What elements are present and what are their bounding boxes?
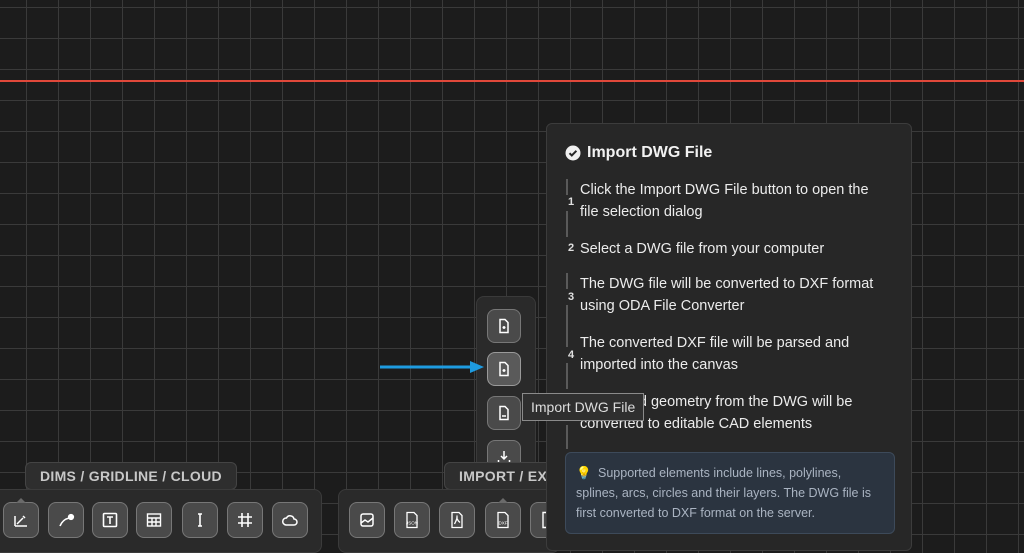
step-divider xyxy=(566,211,568,237)
import-pdf-button[interactable] xyxy=(439,502,475,538)
import-dxf-button[interactable]: DXF xyxy=(485,498,521,538)
panel-title: Import DWG File xyxy=(565,144,712,162)
vertical-dimension-button[interactable] xyxy=(182,502,218,538)
cloud-icon xyxy=(282,515,298,526)
image-file-icon xyxy=(499,405,509,421)
dimension-tool-button[interactable] xyxy=(3,498,39,538)
import-export-toolbar: JSON DXF xyxy=(338,489,566,553)
dims-toolbar xyxy=(0,489,322,553)
import-image-button[interactable] xyxy=(349,502,385,538)
image-icon xyxy=(360,513,374,527)
text-tool-button[interactable] xyxy=(92,502,128,538)
pointer-arrow xyxy=(380,361,484,373)
step-number: 4 xyxy=(567,349,575,361)
step-number: 1 xyxy=(567,196,575,208)
dwg-file-icon xyxy=(499,361,509,377)
import-dwg-button[interactable] xyxy=(487,352,521,386)
json-file-icon: JSON xyxy=(406,511,418,529)
dxf-file-icon: DXF xyxy=(497,511,509,529)
step-divider xyxy=(566,179,568,195)
text-box-icon xyxy=(102,512,118,528)
check-circle-icon xyxy=(565,145,581,161)
pdf-file-icon xyxy=(451,511,463,529)
flyout-caret xyxy=(498,498,508,503)
step-item: 4 The converted DXF file will be parsed … xyxy=(565,331,895,389)
dimension-icon xyxy=(14,515,27,527)
step-item: 3 The DWG file will be converted to DXF … xyxy=(565,273,895,331)
step-divider xyxy=(566,273,568,289)
dims-group-label: DIMS / GRIDLINE / CLOUD xyxy=(25,462,237,490)
gridline-tool-button[interactable] xyxy=(227,502,263,538)
step-text: The DWG file will be converted to DXF fo… xyxy=(580,276,874,314)
table-icon xyxy=(146,513,162,527)
step-divider xyxy=(566,331,568,347)
import-image-file-button[interactable] xyxy=(487,396,521,430)
step-number: 3 xyxy=(567,291,575,303)
step-divider xyxy=(566,305,568,331)
vertical-line-icon xyxy=(198,513,202,527)
step-text: The converted DXF file will be parsed an… xyxy=(580,335,850,373)
leader-icon xyxy=(59,513,75,527)
step-number: 2 xyxy=(567,242,575,254)
step-divider xyxy=(566,363,568,389)
import-json-button[interactable]: JSON xyxy=(394,502,430,538)
import-dwg-tooltip: Import DWG File xyxy=(522,393,645,421)
import-file-button[interactable] xyxy=(487,309,521,343)
svg-text:DXF: DXF xyxy=(499,521,508,526)
table-tool-button[interactable] xyxy=(136,502,172,538)
reference-line xyxy=(0,80,1024,82)
step-item: 1 Click the Import DWG File button to op… xyxy=(565,179,895,237)
panel-title-text: Import DWG File xyxy=(587,144,713,161)
step-divider xyxy=(566,425,568,449)
cloud-tool-button[interactable] xyxy=(272,502,308,538)
step-text: Select a DWG file from your computer xyxy=(580,241,825,257)
info-note: 💡 Supported elements include lines, polyl… xyxy=(565,452,895,534)
flyout-caret xyxy=(16,498,26,503)
grid-hash-icon xyxy=(238,513,252,527)
help-panel: Import DWG File 1 Click the Import DWG F… xyxy=(546,123,912,551)
step-item: 2 Select a DWG file from your computer xyxy=(565,237,895,273)
svg-text:JSON: JSON xyxy=(406,521,418,526)
file-icon xyxy=(499,318,509,334)
import-flyout xyxy=(476,296,536,488)
note-text: Supported elements include lines, polyli… xyxy=(576,466,872,520)
lightbulb-icon: 💡 xyxy=(576,466,592,480)
leader-tool-button[interactable] xyxy=(48,502,84,538)
step-text: Click the Import DWG File button to open… xyxy=(580,182,869,220)
